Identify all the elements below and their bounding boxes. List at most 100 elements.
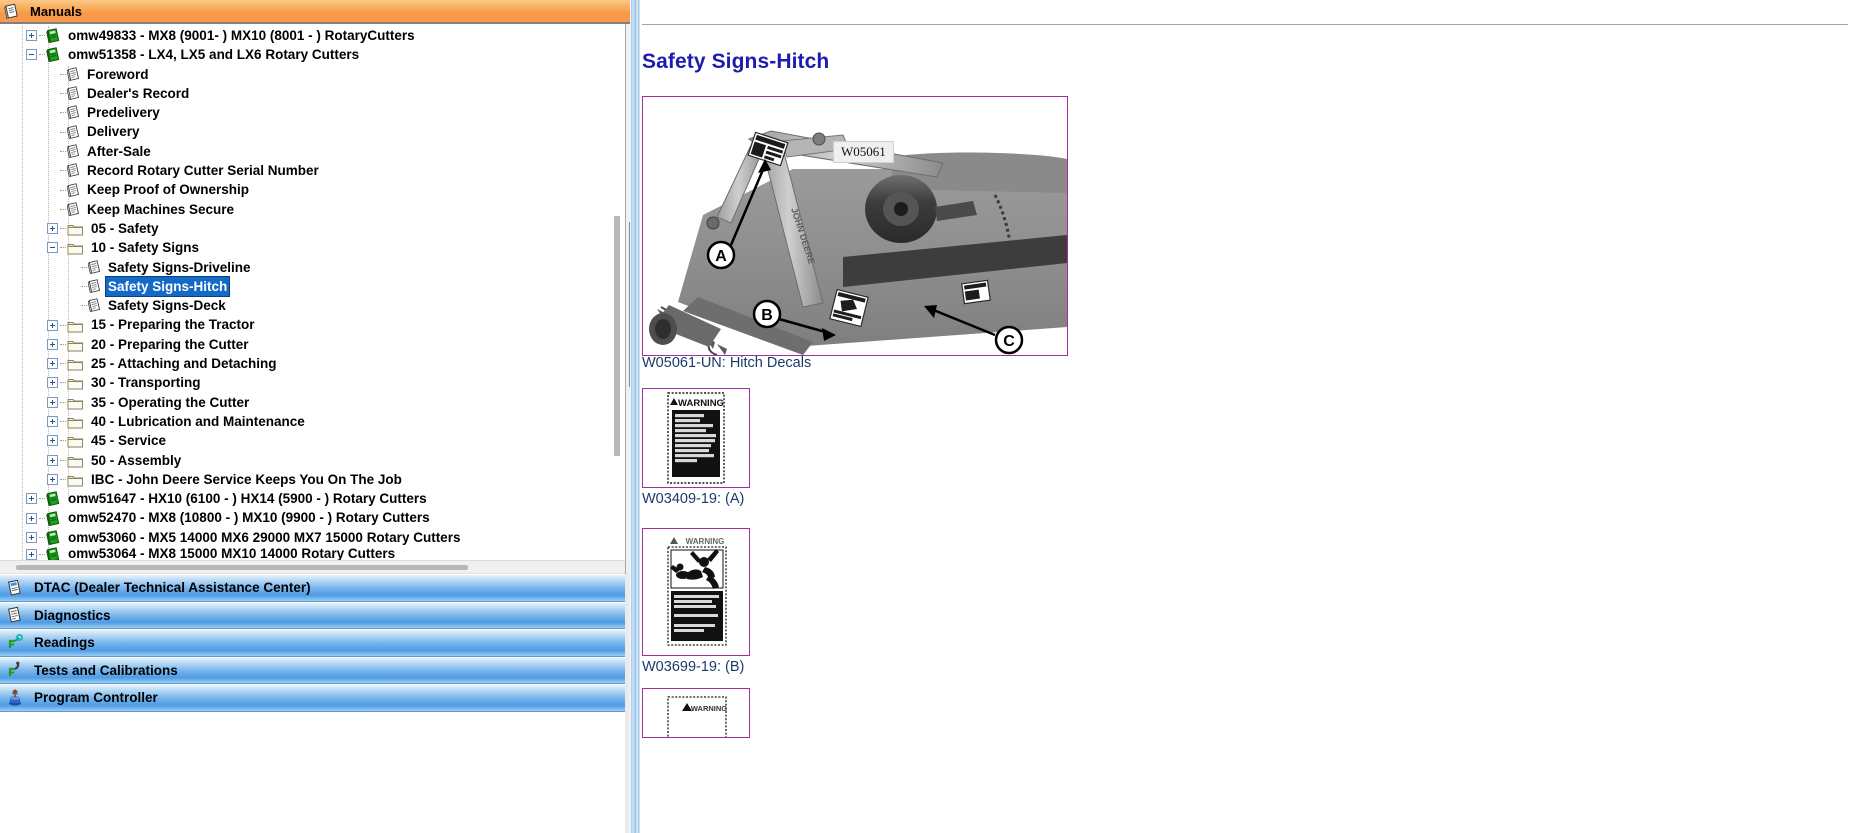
tree-connector: [39, 498, 45, 500]
tree-item[interactable]: 45 - Service: [0, 431, 607, 450]
green-book-icon: [46, 47, 61, 63]
expand-icon[interactable]: [26, 493, 37, 505]
tree-item[interactable]: omw51358 - LX4, LX5 and LX6 Rotary Cutte…: [0, 45, 607, 64]
expand-icon[interactable]: [47, 338, 58, 350]
tree-connector: [39, 553, 45, 555]
tree-item-icon: [66, 163, 80, 178]
expand-icon[interactable]: [26, 531, 37, 543]
tree-item[interactable]: 15 - Preparing the Tractor: [0, 315, 607, 334]
collapse-icon[interactable]: [47, 242, 58, 254]
tree-item[interactable]: omw49833 - MX8 (9001- ) MX10 (8001 - ) R…: [0, 26, 607, 45]
tree-item[interactable]: omw53060 - MX5 14000 MX6 29000 MX7 15000…: [0, 528, 607, 547]
tree-item[interactable]: Predelivery: [0, 103, 607, 122]
tree-item[interactable]: omw51647 - HX10 (6100 - ) HX14 (5900 - )…: [0, 489, 607, 508]
manuals-tree[interactable]: omw49833 - MX8 (9001- ) MX10 (8001 - ) R…: [0, 26, 607, 560]
tree-item[interactable]: 35 - Operating the Cutter: [0, 393, 607, 412]
tree-item-label: omw51358 - LX4, LX5 and LX6 Rotary Cutte…: [68, 47, 360, 63]
folder-icon: [67, 241, 84, 255]
green-book-icon: [46, 510, 61, 526]
collapse-icon[interactable]: [26, 49, 37, 61]
svg-text:WARNING: WARNING: [678, 398, 724, 409]
tree-item-label: Dealer's Record: [87, 85, 190, 101]
tree-item-label: omw49833 - MX8 (9001- ) MX10 (8001 - ) R…: [68, 28, 415, 43]
tree-item-icon: [46, 530, 61, 545]
nav-bar-diagnostics[interactable]: Diagnostics: [0, 601, 625, 629]
tree-item[interactable]: Foreword: [0, 65, 607, 84]
document-icon: [66, 163, 80, 178]
expand-icon[interactable]: [47, 319, 58, 331]
green-book-icon: [46, 547, 61, 560]
tree-item[interactable]: Delivery: [0, 122, 607, 141]
content-pane-left-rail: [630, 0, 640, 833]
tree-connector: [60, 228, 66, 230]
decal-a-image: WARNING: [643, 389, 749, 487]
tree-item[interactable]: 05 - Safety: [0, 219, 607, 238]
folder-icon: [67, 357, 84, 371]
expand-icon[interactable]: [47, 473, 58, 485]
tree-item[interactable]: 30 - Transporting: [0, 373, 607, 392]
tree-item[interactable]: Dealer's Record: [0, 84, 607, 103]
expand-icon[interactable]: [26, 512, 37, 524]
decal-figure-a[interactable]: WARNING: [642, 388, 750, 488]
decal-figure-c[interactable]: WARNING: [642, 688, 750, 738]
tree-connector: [60, 324, 66, 326]
decal-a-caption: W03409-19: (A): [642, 491, 745, 507]
application-window: Manuals omw49833 - MX8 (9001- ) MX10 (80…: [0, 0, 1850, 833]
tree-item[interactable]: 40 - Lubrication and Maintenance: [0, 412, 607, 431]
tree-item-label: 05 - Safety: [91, 220, 159, 236]
expand-icon[interactable]: [47, 358, 58, 370]
tree-connector: [81, 286, 87, 287]
manuals-header-label: Manuals: [30, 3, 83, 19]
tree-connector: [60, 343, 66, 345]
tree-item-icon: [67, 222, 84, 236]
nav-bar-label: Tests and Calibrations: [34, 662, 178, 678]
expand-icon[interactable]: [26, 30, 37, 42]
decal-figure-b[interactable]: WARNING: [642, 528, 750, 656]
document-icon: [66, 182, 80, 198]
tree-item-icon: [66, 182, 80, 198]
svg-text:WARNING: WARNING: [691, 704, 727, 713]
tree-item[interactable]: Safety Signs-Hitch: [0, 275, 607, 298]
tree-item[interactable]: Safety Signs-Driveline: [0, 258, 607, 277]
nav-bar-dtac-dealer-technical-assistance-center[interactable]: DTAC (Dealer Technical Assistance Center…: [0, 574, 625, 602]
nav-bar-readings[interactable]: Readings: [0, 629, 625, 657]
left-navigation-pane: Manuals omw49833 - MX8 (9001- ) MX10 (80…: [0, 0, 625, 833]
nav-bar-label: Readings: [34, 635, 95, 651]
tree-horizontal-scrollbar-thumb[interactable]: [16, 565, 468, 570]
tree-item[interactable]: IBC - John Deere Service Keeps You On Th…: [0, 470, 607, 489]
tree-item[interactable]: Keep Machines Secure: [0, 200, 607, 219]
tree-item-label: 25 - Attaching and Detaching: [91, 356, 277, 372]
expand-icon[interactable]: [47, 396, 58, 408]
manuals-header-bar[interactable]: Manuals: [0, 0, 625, 24]
tree-item[interactable]: Record Rotary Cutter Serial Number: [0, 161, 607, 180]
nav-bar-label: Diagnostics: [34, 607, 111, 623]
document-icon: [66, 144, 80, 159]
tree-item[interactable]: 10 - Safety Signs: [0, 238, 607, 257]
expand-icon[interactable]: [47, 454, 58, 466]
tree-item[interactable]: 25 - Attaching and Detaching: [0, 354, 607, 373]
expand-icon[interactable]: [47, 435, 58, 447]
tree-item[interactable]: omw53064 - MX8 15000 MX10 14000 Rotary C…: [0, 547, 607, 560]
tree-item[interactable]: Safety Signs-Deck: [0, 296, 607, 315]
tree-item[interactable]: 50 - Assembly: [0, 451, 607, 470]
nav-bar-tests-and-calibrations[interactable]: Tests and Calibrations: [0, 656, 625, 684]
tree-item[interactable]: Keep Proof of Ownership: [0, 180, 607, 199]
tree-item[interactable]: 20 - Preparing the Cutter: [0, 335, 607, 354]
nav-bar-program-controller[interactable]: Program Controller: [0, 684, 625, 712]
expand-icon[interactable]: [26, 548, 37, 560]
tree-vertical-scrollbar[interactable]: [613, 26, 621, 560]
tree-item-label: Keep Proof of Ownership: [87, 182, 250, 198]
expand-icon[interactable]: [47, 416, 58, 428]
tree-vertical-scrollbar-thumb[interactable]: [614, 216, 620, 456]
tree-connector: [60, 459, 66, 461]
tree-connector: [60, 208, 66, 210]
tree-item[interactable]: omw52470 - MX8 (10800 - ) MX10 (9900 - )…: [0, 508, 607, 527]
tree-item-icon: [67, 434, 84, 448]
tree-item-icon: [66, 144, 80, 159]
expand-icon[interactable]: [47, 223, 58, 235]
hitch-decals-figure[interactable]: JOHN DEERE A B C W05061: [642, 96, 1068, 356]
expand-icon[interactable]: [47, 377, 58, 389]
tree-item[interactable]: After-Sale: [0, 142, 607, 161]
